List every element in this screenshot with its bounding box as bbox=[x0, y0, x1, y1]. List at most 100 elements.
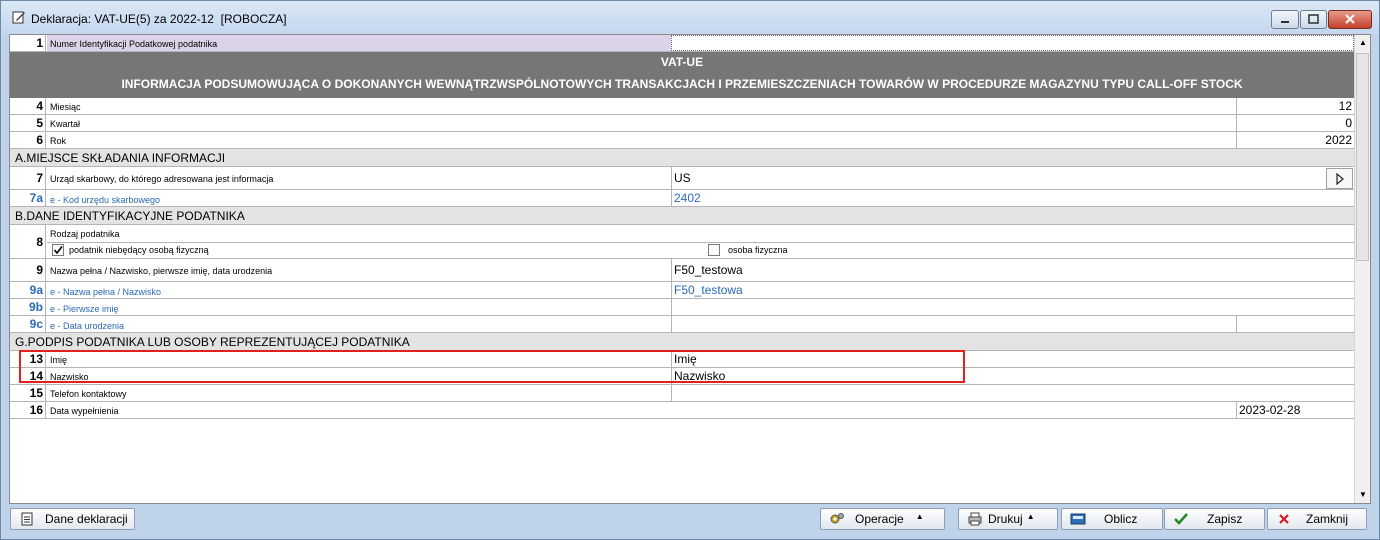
checkmark-icon bbox=[1173, 511, 1189, 527]
row-rodzaj-podatnika: 8 Rodzaj podatnika podatnik niebędący os… bbox=[10, 225, 1354, 259]
spacer bbox=[671, 316, 1236, 332]
scroll-thumb[interactable] bbox=[1356, 53, 1369, 261]
close-button[interactable] bbox=[1328, 10, 1372, 29]
row-number: 1 bbox=[10, 35, 46, 51]
title-bar: Deklaracja: VAT-UE(5) za 2022-12 [ROBOCZ… bbox=[1, 1, 1379, 34]
checkmark-icon bbox=[53, 246, 63, 255]
section-a-header: A.MIEJSCE SKŁADANIA INFORMACJI bbox=[10, 149, 1354, 167]
checkbox-unchecked[interactable] bbox=[708, 244, 720, 256]
row-telefon: 15 Telefon kontaktowy bbox=[10, 385, 1354, 402]
kod-urzedu-input[interactable]: 2402 bbox=[671, 190, 1354, 206]
row-nazwa-pelna: 9 Nazwa pełna / Nazwisko, pierwsze imię,… bbox=[10, 259, 1354, 282]
document-icon bbox=[19, 511, 35, 527]
button-label: Zamknij bbox=[1306, 512, 1349, 526]
option-niefizyczna[interactable]: podatnik niebędący osobą fizyczną bbox=[52, 244, 209, 256]
close-x-icon bbox=[1276, 511, 1292, 527]
row-number: 9b bbox=[10, 299, 46, 315]
close-icon bbox=[1345, 14, 1355, 24]
option-fizyczna[interactable]: osoba fizyczna bbox=[708, 244, 788, 256]
vertical-scrollbar[interactable]: ▲ ▼ bbox=[1354, 35, 1370, 503]
e-nazwa-input[interactable]: F50_testowa bbox=[671, 282, 1354, 298]
row-urzad: 7 Urząd skarbowy, do którego adresowana … bbox=[10, 167, 1354, 190]
section-b-header: B.DANE IDENTYFIKACYJNE PODATNIKA bbox=[10, 207, 1354, 225]
rok-input[interactable]: 2022 bbox=[1236, 132, 1354, 148]
field-label: Telefon kontaktowy bbox=[50, 389, 127, 399]
scroll-down-icon[interactable]: ▼ bbox=[1357, 489, 1369, 501]
row-number: 9a bbox=[10, 282, 46, 298]
field-label: Nazwa pełna / Nazwisko, pierwsze imię, d… bbox=[50, 266, 273, 276]
nazwa-pelna-input[interactable]: F50_testowa bbox=[671, 259, 1354, 281]
zapisz-button[interactable]: Zapisz bbox=[1164, 508, 1265, 530]
row-number: 6 bbox=[10, 132, 46, 148]
scroll-up-icon[interactable]: ▲ bbox=[1357, 37, 1369, 49]
caret-up-icon: ▲ bbox=[1026, 511, 1035, 521]
drukuj-button[interactable]: Drukuj ▲ bbox=[958, 508, 1058, 530]
row-number: 4 bbox=[10, 98, 46, 114]
window-title: Deklaracja: VAT-UE(5) za 2022-12 [ROBOCZ… bbox=[31, 12, 287, 26]
checkbox-checked[interactable] bbox=[52, 244, 64, 256]
miesiac-input[interactable]: 12 bbox=[1236, 98, 1354, 114]
row-nip: 1 Numer Identyfikacji Podatkowej podatni… bbox=[10, 35, 1354, 52]
section-g-header: G.PODPIS PODATNIKA LUB OSOBY REPREZENTUJ… bbox=[10, 333, 1354, 351]
minimize-button[interactable] bbox=[1271, 10, 1299, 29]
row-kod-urzedu: 7a e - Kod urzędu skarbowego 2402 bbox=[10, 190, 1354, 207]
form-banner: VAT-UE INFORMACJA PODSUMOWUJĄCA O DOKONA… bbox=[10, 52, 1354, 98]
e-data-urodzenia-input[interactable] bbox=[1236, 316, 1354, 332]
maximize-icon bbox=[1308, 14, 1319, 24]
row-miesiac: 4 Miesiąc 12 bbox=[10, 98, 1354, 115]
option-label: osoba fizyczna bbox=[728, 245, 788, 255]
field-label: Rodzaj podatnika bbox=[50, 229, 120, 239]
row-number: 15 bbox=[10, 385, 46, 401]
banner-subtitle: INFORMACJA PODSUMOWUJĄCA O DOKONANYCH WE… bbox=[121, 77, 1243, 91]
field-label: e - Pierwsze imię bbox=[50, 304, 119, 314]
field-label: Data wypełnienia bbox=[50, 406, 119, 416]
edit-document-icon bbox=[12, 11, 25, 24]
banner-title: VAT-UE bbox=[660, 55, 704, 69]
highlight-box bbox=[19, 350, 965, 383]
caret-up-icon: ▲ bbox=[915, 511, 924, 521]
gears-icon bbox=[829, 511, 845, 527]
row-number: 9 bbox=[10, 259, 46, 281]
telefon-input[interactable] bbox=[671, 385, 1354, 401]
row-rok: 6 Rok 2022 bbox=[10, 132, 1354, 149]
field-label: e - Kod urzędu skarbowego bbox=[50, 195, 161, 205]
row-e-nazwa: 9a e - Nazwa pełna / Nazwisko F50_testow… bbox=[10, 282, 1354, 299]
row-number: 16 bbox=[10, 402, 46, 418]
field-label: Kwartał bbox=[50, 119, 81, 129]
declaration-grid: 1 Numer Identyfikacji Podatkowej podatni… bbox=[10, 35, 1354, 503]
maximize-button[interactable] bbox=[1300, 10, 1327, 29]
urzad-input[interactable]: US bbox=[671, 167, 1326, 189]
row-data-wypelnienia: 16 Data wypełnienia 2023-02-28 bbox=[10, 402, 1354, 419]
field-label: Numer Identyfikacji Podatkowej podatnika bbox=[50, 39, 218, 49]
row-number: 7 bbox=[10, 167, 46, 189]
dane-deklaracji-button[interactable]: Dane deklaracji bbox=[10, 508, 135, 530]
e-imie-input[interactable] bbox=[671, 299, 1354, 315]
field-label: Rok bbox=[50, 136, 67, 146]
button-label: Oblicz bbox=[1104, 512, 1138, 526]
data-wypelnienia-input[interactable]: 2023-02-28 bbox=[1236, 402, 1354, 418]
kwartal-input[interactable]: 0 bbox=[1236, 115, 1354, 131]
calculator-icon bbox=[1070, 511, 1086, 527]
row-number: 7a bbox=[10, 190, 46, 206]
row-number: 9c bbox=[10, 316, 46, 332]
option-label: podatnik niebędący osobą fizyczną bbox=[69, 245, 209, 255]
button-label: Zapisz bbox=[1207, 512, 1243, 526]
urzad-lookup-button[interactable] bbox=[1326, 168, 1353, 189]
declaration-window: Deklaracja: VAT-UE(5) za 2022-12 [ROBOCZ… bbox=[0, 0, 1380, 540]
operacje-button[interactable]: Operacje ▲ bbox=[820, 508, 945, 530]
field-label: Urząd skarbowy, do którego adresowana je… bbox=[50, 174, 274, 184]
zamknij-button[interactable]: Zamknij bbox=[1267, 508, 1367, 530]
minimize-icon bbox=[1281, 21, 1289, 23]
row-number: 5 bbox=[10, 115, 46, 131]
field-label: Miesiąc bbox=[50, 102, 81, 112]
row-kwartal: 5 Kwartał 0 bbox=[10, 115, 1354, 132]
oblicz-button[interactable]: Oblicz bbox=[1061, 508, 1163, 530]
arrow-right-icon bbox=[1335, 172, 1344, 185]
row-e-imie: 9b e - Pierwsze imię bbox=[10, 299, 1354, 316]
field-label: e - Data urodzenia bbox=[50, 321, 125, 331]
button-label: Drukuj bbox=[988, 512, 1023, 526]
row-number: 8 bbox=[10, 225, 46, 258]
form-area: 1 Numer Identyfikacji Podatkowej podatni… bbox=[9, 34, 1371, 504]
nip-input[interactable] bbox=[671, 35, 1354, 51]
row-e-data-urodzenia: 9c e - Data urodzenia bbox=[10, 316, 1354, 333]
